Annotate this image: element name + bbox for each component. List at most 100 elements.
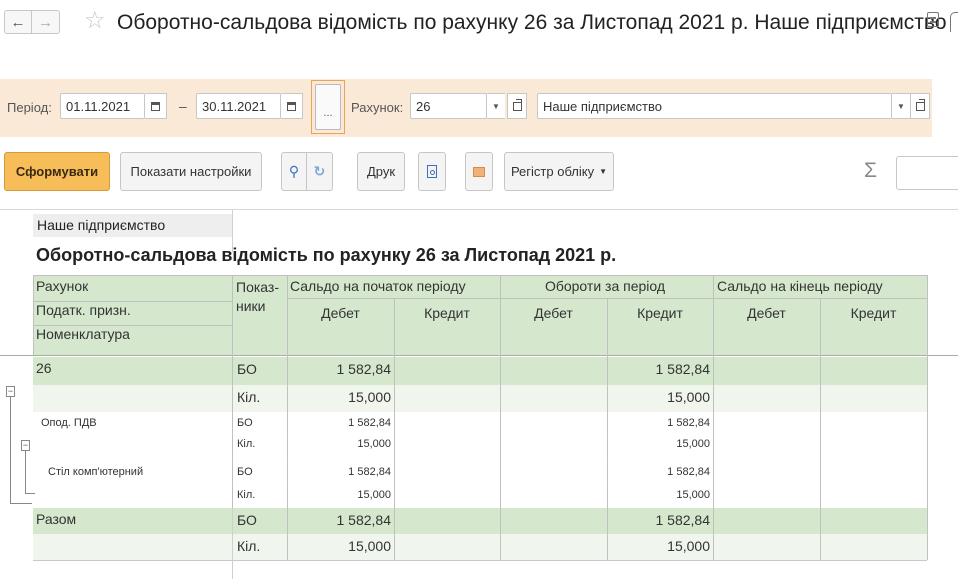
show-settings-button[interactable]: Показати настройки [120, 152, 262, 191]
organization-open-button[interactable] [910, 93, 930, 119]
row-turn-credit: 15,000 [608, 433, 713, 461]
row-open-credit [395, 357, 500, 385]
title-bar: ← → ☆ Оборотно-сальдова відомість по рах… [0, 0, 958, 50]
row-turn-credit: 1 582,84 [608, 461, 713, 484]
row-turn-credit: 1 582,84 [608, 412, 713, 433]
row-close-credit [821, 534, 927, 560]
row-indicator: Кіл. [233, 484, 287, 508]
row-open-debit: 1 582,84 [288, 357, 394, 385]
sum-field [896, 156, 958, 190]
row-close-debit [714, 412, 820, 433]
report-top-line [0, 209, 958, 210]
arrow-right-icon: → [38, 13, 53, 31]
header-turnover: Обороти за період [544, 278, 666, 294]
row-open-debit: 15,000 [288, 385, 394, 412]
row-close-credit [821, 508, 927, 534]
organization-name: Наше підприємство [33, 214, 232, 237]
collapse-icon[interactable]: − [6, 386, 15, 397]
period-dash: – [179, 98, 187, 114]
page-title: Оборотно-сальдова відомість по рахунку 2… [117, 11, 947, 34]
row-open-credit [395, 385, 500, 412]
date-from-calendar-button[interactable] [145, 93, 167, 119]
row-turn-credit: 1 582,84 [608, 357, 713, 385]
send-email-button[interactable] [465, 152, 493, 191]
row-turn-credit: 15,000 [608, 534, 713, 560]
row-indicator: БО [233, 461, 287, 484]
organization-field[interactable]: Наше підприємство [537, 93, 892, 119]
header-account: Рахунок [36, 278, 89, 294]
header-closing-credit: Кредит [850, 305, 897, 321]
row-turn-credit: 1 582,84 [608, 508, 713, 534]
row-open-credit [395, 508, 500, 534]
row-name-cell [33, 385, 232, 412]
row-indicator: Кіл. [233, 433, 287, 461]
collapse-icon[interactable]: − [21, 440, 30, 451]
close-icon[interactable] [950, 12, 958, 32]
print-preview-button[interactable] [418, 152, 446, 191]
back-button[interactable]: ← [4, 10, 32, 34]
period-select-button[interactable]: ... [311, 80, 345, 134]
row-turn-debit [501, 534, 607, 560]
row-close-debit [714, 508, 820, 534]
more-menu-icon[interactable] [927, 12, 941, 32]
chevron-down-icon[interactable]: ▼ [892, 93, 910, 119]
row-open-credit [395, 534, 500, 560]
row-name: Опод. ПДВ [41, 417, 97, 429]
date-from-field[interactable]: 01.11.2021 [60, 93, 145, 119]
row-close-debit [714, 385, 820, 412]
print-preview-icon [427, 165, 437, 178]
chevron-down-icon[interactable]: ▼ [487, 93, 505, 119]
report-title: Оборотно-сальдова відомість по рахунку 2… [36, 245, 617, 265]
open-form-icon [512, 98, 522, 111]
row-name-cell [33, 484, 232, 508]
generate-button[interactable]: Сформувати [4, 152, 110, 191]
find-button[interactable]: ⚲ [281, 152, 307, 191]
account-field[interactable]: 26 [410, 93, 487, 119]
calendar-icon [151, 101, 160, 111]
star-icon[interactable]: ☆ [84, 6, 106, 35]
row-close-credit [821, 433, 927, 461]
accounting-register-button[interactable]: Регістр обліку ▼ [504, 152, 614, 191]
date-to-calendar-button[interactable] [281, 93, 303, 119]
account-label: Рахунок: [351, 100, 404, 115]
row-close-debit [714, 534, 820, 560]
row-turn-credit: 15,000 [608, 385, 713, 412]
row-open-credit [395, 433, 500, 461]
header-turnover-credit: Кредит [637, 305, 683, 321]
row-close-debit [714, 461, 820, 484]
report-sheet[interactable]: Наше підприємство Оборотно-сальдова відо… [0, 207, 958, 579]
account-open-button[interactable] [507, 93, 527, 119]
arrow-left-icon: ← [10, 13, 26, 31]
print-button[interactable]: Друк [357, 152, 405, 191]
row-open-debit: 1 582,84 [288, 461, 394, 484]
chevron-down-icon: ▼ [599, 167, 608, 176]
find-next-button[interactable]: ↻ [307, 152, 333, 191]
row-turn-debit [501, 412, 607, 433]
header-opening-balance: Сальдо на початок періоду [290, 278, 466, 294]
row-separator [33, 560, 927, 561]
header-indicators: Показ- ники [236, 279, 279, 314]
row-turn-debit [501, 484, 607, 508]
row-close-credit [821, 357, 927, 385]
row-close-credit [821, 461, 927, 484]
mail-icon [473, 166, 485, 177]
row-name: Разом [36, 511, 77, 527]
row-turn-debit [501, 508, 607, 534]
row-name-cell [33, 433, 232, 461]
row-indicator: БО [233, 357, 287, 385]
search-next-icon: ↻ [313, 163, 326, 179]
header-turnover-debit: Дебет [534, 305, 573, 321]
row-close-credit [821, 484, 927, 508]
forward-button[interactable]: → [32, 10, 60, 34]
row-name: Стіл комп'ютерний [48, 466, 144, 478]
row-close-credit [821, 385, 927, 412]
row-close-debit [714, 433, 820, 461]
date-to-field[interactable]: 30.11.2021 [196, 93, 281, 119]
period-label: Період: [7, 100, 52, 115]
row-open-debit: 1 582,84 [288, 508, 394, 534]
row-open-debit: 15,000 [288, 433, 394, 461]
row-open-debit: 1 582,84 [288, 412, 394, 433]
row-indicator: Кіл. [233, 385, 287, 412]
row-turn-debit [501, 357, 607, 385]
row-indicator: Кіл. [233, 534, 287, 560]
